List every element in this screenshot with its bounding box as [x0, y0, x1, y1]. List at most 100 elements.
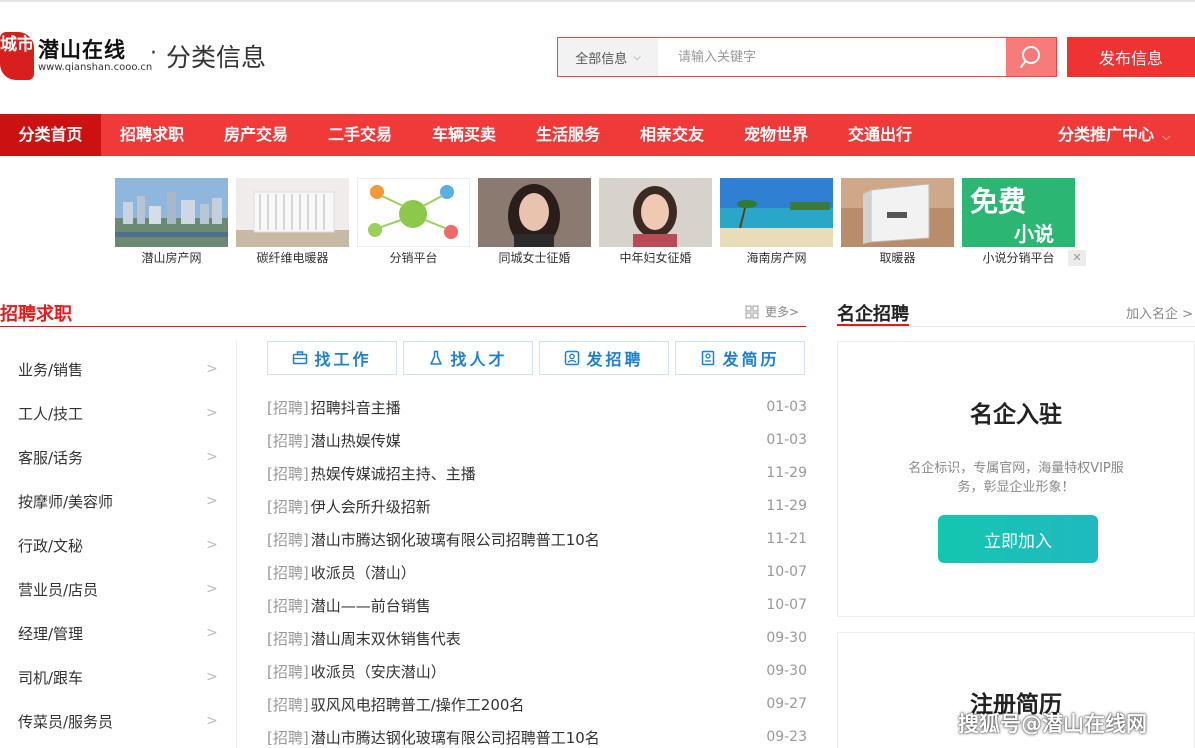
job-category-item[interactable]: 营业员/店员 > [0, 567, 237, 611]
job-category-item[interactable]: 司机/跟车 > [0, 655, 237, 699]
ad-label: 小说分销平台 [982, 251, 1055, 265]
jobs-section-divider [0, 326, 806, 327]
nav-item-property[interactable]: 房产交易 [210, 114, 302, 156]
famous-title-underline [837, 324, 909, 326]
logo-url: www.qianshan.cooo.cn [38, 62, 153, 73]
job-title[interactable]: 潜山热娱传媒 [311, 430, 401, 451]
list-item[interactable]: [招聘] 收派员（安庆潜山） 09-30 [267, 659, 807, 683]
list-item[interactable]: [招聘] 潜山热娱传媒 01-03 [267, 428, 807, 452]
job-category-item[interactable]: 工人/技工 > [0, 391, 237, 435]
list-item[interactable]: [招聘] 潜山周末双休销售代表 09-30 [267, 626, 807, 650]
site-logo[interactable]: 城市 潜山在线 www.qianshan.cooo.cn [0, 30, 153, 82]
ad-label: 海南房产网 [746, 251, 807, 265]
post-job-button[interactable]: 发招聘 [539, 341, 669, 375]
flask-icon [430, 350, 443, 365]
job-title[interactable]: 潜山——前台销售 [311, 595, 431, 616]
job-category-label: 经理/管理 [18, 624, 84, 643]
list-item[interactable]: [招聘] 收派员（潜山） 10-07 [267, 560, 807, 584]
job-category-list: 业务/销售 > 工人/技工 > 客服/话务 > 按摩师/美容师 > 行政/文秘 > 营业员… [0, 341, 237, 748]
search-icon [1020, 46, 1040, 68]
job-tag: [招聘] [267, 431, 309, 450]
job-category-item[interactable]: 业务/销售 > [0, 347, 237, 391]
job-title[interactable]: 潜山市腾达钢化玻璃有限公司招聘普工10名 [311, 529, 600, 550]
join-now-button[interactable]: 立即加入 [938, 515, 1098, 563]
job-category-item[interactable]: 经理/管理 > [0, 611, 237, 655]
ad-item[interactable]: 潜山房产网 [115, 178, 228, 268]
beach-image [720, 178, 833, 247]
title-separator: · [150, 41, 157, 66]
job-title[interactable]: 伊人会所升级招新 [311, 496, 431, 517]
find-talent-button[interactable]: 找人才 [403, 341, 533, 375]
job-category-item[interactable]: 按摩师/美容师 > [0, 479, 237, 523]
job-title[interactable]: 潜山市腾达钢化玻璃有限公司招聘普工10名 [311, 727, 600, 748]
job-date: 01-03 [766, 432, 807, 448]
join-famous-link[interactable]: 加入名企 > [1126, 303, 1193, 322]
list-item[interactable]: [招聘] 伊人会所升级招新 11-29 [267, 494, 807, 518]
heater-image [841, 178, 954, 247]
list-item[interactable]: [招聘] 驭风风电招聘普工/操作工200名 09-27 [267, 692, 807, 716]
post-resume-button[interactable]: 发简历 [675, 341, 805, 375]
briefcase-icon [293, 351, 308, 365]
nav-promo-center[interactable]: 分类推广中心 ⌵ [1058, 114, 1170, 156]
search-button[interactable] [1006, 38, 1056, 76]
list-item[interactable]: [招聘] 招聘抖音主播 01-03 [267, 395, 807, 419]
job-date: 11-29 [766, 498, 807, 514]
nav-item-jobs[interactable]: 招聘求职 [106, 114, 198, 156]
job-date: 09-30 [766, 630, 807, 646]
city-skyline-image [115, 178, 228, 247]
job-title[interactable]: 收派员（安庆潜山） [311, 661, 446, 682]
ad-close-button[interactable]: ✕ [1068, 250, 1086, 266]
list-item[interactable]: [招聘] 潜山——前台销售 10-07 [267, 593, 807, 617]
ad-item[interactable]: 免费 小说 小说分销平台 [962, 178, 1075, 268]
nav-item-vehicles[interactable]: 车辆买卖 [418, 114, 510, 156]
chevron-right-icon: > [206, 493, 218, 509]
job-title[interactable]: 驭风风电招聘普工/操作工200名 [311, 694, 525, 715]
ad-item[interactable]: 海南房产网 [720, 178, 833, 268]
chevron-right-icon: > [206, 625, 218, 641]
nav-item-pets[interactable]: 宠物世界 [730, 114, 822, 156]
user-card-icon [565, 350, 580, 366]
ad-free-text: 免费 [970, 185, 1027, 218]
job-tag: [招聘] [267, 728, 309, 747]
nav-item-life-services[interactable]: 生活服务 [522, 114, 614, 156]
job-category-item[interactable]: 传菜员/服务员 > [0, 699, 237, 743]
chevron-right-icon: > [206, 449, 218, 465]
nav-item-home[interactable]: 分类首页 [0, 114, 101, 156]
ad-item[interactable]: 中年妇女征婚 [599, 178, 712, 268]
job-tag: [招聘] [267, 398, 309, 417]
ad-label: 取暖器 [879, 251, 916, 265]
publish-button[interactable]: 发布信息 [1067, 37, 1195, 77]
page-title: 分类信息 [166, 43, 267, 72]
search-bar: 全部信息 ⌵ [557, 37, 1057, 77]
job-category-item[interactable]: 行政/文秘 > [0, 523, 237, 567]
job-date: 09-23 [766, 729, 807, 745]
search-input[interactable] [658, 38, 1006, 76]
ad-item[interactable]: 碳纤维电暖器 [236, 178, 349, 268]
job-category-item[interactable]: 客服/话务 > [0, 435, 237, 479]
find-job-label: 找工作 [314, 350, 372, 369]
list-item[interactable]: [招聘] 潜山市腾达钢化玻璃有限公司招聘普工10名 09-23 [267, 725, 807, 748]
list-item[interactable]: [招聘] 潜山市腾达钢化玻璃有限公司招聘普工10名 11-21 [267, 527, 807, 551]
nav-item-transport[interactable]: 交通出行 [834, 114, 926, 156]
search-category-select[interactable]: 全部信息 ⌵ [558, 38, 658, 76]
job-category-label: 行政/文秘 [18, 536, 84, 555]
job-date: 11-29 [766, 465, 807, 481]
woman-portrait-image [599, 178, 712, 247]
grid-icon [745, 305, 759, 318]
nav-item-dating[interactable]: 相亲交友 [626, 114, 718, 156]
chevron-right-icon: > [206, 537, 218, 553]
post-job-label: 发招聘 [586, 350, 644, 369]
job-tag: [招聘] [267, 662, 309, 681]
job-title[interactable]: 热娱传媒诚招主持、主播 [311, 463, 476, 484]
woman-portrait-image [478, 178, 591, 247]
ad-item[interactable]: 分销平台 [357, 178, 470, 268]
job-title[interactable]: 收派员（潜山） [311, 562, 416, 583]
job-title[interactable]: 潜山周末双休销售代表 [311, 628, 461, 649]
nav-item-secondhand[interactable]: 二手交易 [314, 114, 406, 156]
list-item[interactable]: [招聘] 热娱传媒诚招主持、主播 11-29 [267, 461, 807, 485]
jobs-more-link[interactable]: 更多> [745, 303, 799, 320]
ad-item[interactable]: 同城女士征婚 [478, 178, 591, 268]
find-job-button[interactable]: 找工作 [267, 341, 397, 375]
ad-item[interactable]: 取暖器 [841, 178, 954, 268]
job-title[interactable]: 招聘抖音主播 [311, 397, 401, 418]
